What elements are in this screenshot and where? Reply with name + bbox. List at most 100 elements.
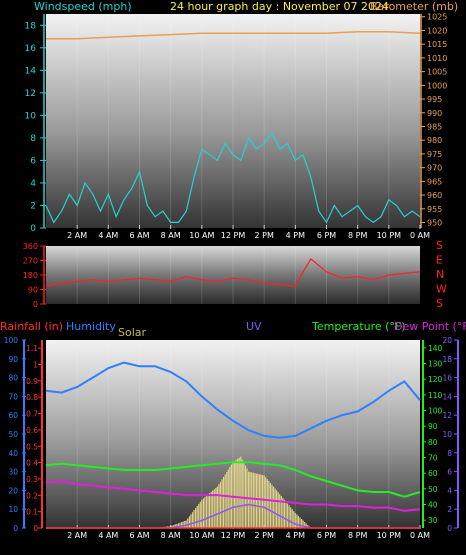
windspeed-tick-label: 0 [30, 224, 36, 234]
barometer-tick-label: 980 [427, 136, 442, 145]
time-tick-label: 12 PM [221, 231, 246, 240]
windspeed-tick-label: 16 [25, 44, 37, 54]
windspeed-tick-label: 8 [30, 134, 36, 144]
barometer-tick-label: 990 [427, 109, 442, 118]
humidity-tick-label: 30 [8, 468, 18, 477]
barometer-header: Barometer (mb) [370, 0, 458, 13]
barometer-tick-label: 970 [427, 164, 442, 173]
uv-tick-label: 2 [447, 505, 452, 514]
humidity-tick-label: 10 [8, 505, 18, 514]
time-tick-label: 4 AM [98, 231, 118, 240]
wind-direction-axis: 0 90 180 270 360 [23, 242, 46, 309]
humidity-tick-label: 100 [4, 336, 19, 345]
direction-tick-label: 90 [28, 286, 38, 295]
direction-tick-label: 360 [23, 242, 38, 251]
time-tick-label: 4 PM [286, 531, 305, 540]
time-tick-label: 12 PM [221, 531, 246, 540]
rainfall-tick-label: 1.1 [26, 344, 38, 353]
direction-tick-label: 270 [23, 257, 38, 266]
humidity-tick-label: 20 [8, 486, 18, 495]
compass-label: W [436, 283, 447, 296]
rainfall-tick-label: 1 [33, 361, 38, 370]
barometer-tick-label: 995 [427, 95, 442, 104]
barometer-tick-label: 1000 [427, 81, 447, 90]
temperature-tick-label: 110 [428, 391, 443, 400]
humidity-tick-label: 70 [8, 392, 18, 401]
direction-tick-label: 0 [33, 300, 38, 309]
uv-tick-label: 6 [447, 468, 452, 477]
barometer-tick-label: 1025 [427, 13, 447, 22]
temperature-tick-label: 80 [428, 438, 438, 447]
compass-labels: SENWS [436, 239, 447, 310]
time-tick-label: 10 AM [189, 531, 214, 540]
uv-tick-label: 16 [442, 374, 452, 383]
graph-title: 24 hour graph day : November 07 2024 [170, 0, 389, 13]
windspeed-axis: 0 2 4 6 8 10 12 14 16 18 [25, 14, 46, 234]
time-tick-label: 6 AM [129, 231, 149, 240]
temperature-axis-label: Temperature (°F) [311, 320, 406, 333]
temperature-tick-label: 60 [428, 469, 438, 478]
dewpoint-label: Dew Point (°F) [394, 320, 466, 333]
uv-tick-label: 10 [442, 430, 452, 439]
barometer-tick-label: 1005 [427, 68, 447, 77]
rainfall-tick-label: 0.8 [26, 393, 38, 402]
barometer-axis: 950 955 960 965 970 975 980 985 990 995 1000 1005 10… [420, 13, 447, 228]
windspeed-tick-label: 10 [25, 111, 37, 121]
temperature-tick-label: 90 [428, 422, 438, 431]
uv-tick-label: 12 [442, 411, 452, 420]
humidity-axis-label: Humidity [66, 320, 116, 333]
time-tick-label: 8 PM [348, 231, 367, 240]
uv-label: UV [246, 320, 262, 333]
barometer-tick-label: 960 [427, 191, 442, 200]
compass-label: S [436, 297, 443, 310]
uv-tick-label: 0 [447, 524, 452, 533]
windspeed-tick-label: 4 [30, 179, 36, 189]
temperature-tick-label: 70 [428, 454, 438, 463]
barometer-tick-label: 975 [427, 150, 442, 159]
compass-label: E [436, 254, 443, 267]
humidity-tick-label: 40 [8, 449, 18, 458]
humidity-tick-label: 0 [13, 524, 18, 533]
time-tick-label: 8 PM [348, 531, 367, 540]
temperature-tick-label: 50 [428, 485, 438, 494]
time-tick-label: 2 PM [254, 531, 273, 540]
barometer-tick-label: 1015 [427, 40, 447, 49]
windspeed-tick-label: 6 [30, 156, 36, 166]
time-tick-label: 2 PM [254, 231, 273, 240]
temperature-tick-label: 30 [428, 516, 438, 525]
temperature-tick-label: 40 [428, 501, 438, 510]
time-tick-label: 0 AM [410, 231, 430, 240]
rainfall-tick-label: 0.1 [26, 508, 38, 517]
uv-tick-label: 18 [442, 355, 452, 364]
compass-label: S [436, 239, 443, 252]
rainfall-tick-label: 0 [33, 524, 38, 533]
barometer-tick-label: 955 [427, 205, 442, 214]
barometer-tick-label: 985 [427, 122, 442, 131]
temperature-tick-label: 100 [428, 407, 443, 416]
solar-label: Solar [118, 326, 147, 339]
rainfall-tick-label: 0.7 [26, 410, 38, 419]
humidity-tick-label: 60 [8, 411, 18, 420]
rainfall-tick-label: 0.3 [26, 475, 38, 484]
rainfall-tick-label: 0.5 [26, 442, 38, 451]
rainfall-tick-label: 0.4 [26, 459, 38, 468]
uv-tick-label: 4 [447, 486, 452, 495]
time-tick-label: 10 PM [377, 231, 402, 240]
humidity-tick-label: 90 [8, 355, 18, 364]
time-tick-label: 10 PM [377, 531, 402, 540]
time-tick-label: 4 PM [286, 231, 305, 240]
time-tick-label: 10 AM [189, 231, 214, 240]
time-tick-label: 4 AM [98, 531, 118, 540]
rainfall-tick-label: 0.2 [26, 491, 38, 500]
humidity-tick-label: 50 [8, 430, 18, 439]
time-tick-label: 6 PM [317, 231, 336, 240]
weather-graph: Windspeed (mph) 24 hour graph day : Nove… [0, 0, 466, 540]
temperature-tick-label: 130 [428, 360, 443, 369]
time-tick-label: 2 AM [67, 531, 87, 540]
direction-tick-label: 180 [23, 271, 38, 280]
time-tick-label: 0 AM [410, 531, 430, 540]
compass-label: N [436, 268, 444, 281]
rainfall-tick-label: 0.6 [26, 426, 38, 435]
uv-tick-label: 14 [442, 392, 452, 401]
windspeed-tick-label: 12 [25, 89, 36, 99]
